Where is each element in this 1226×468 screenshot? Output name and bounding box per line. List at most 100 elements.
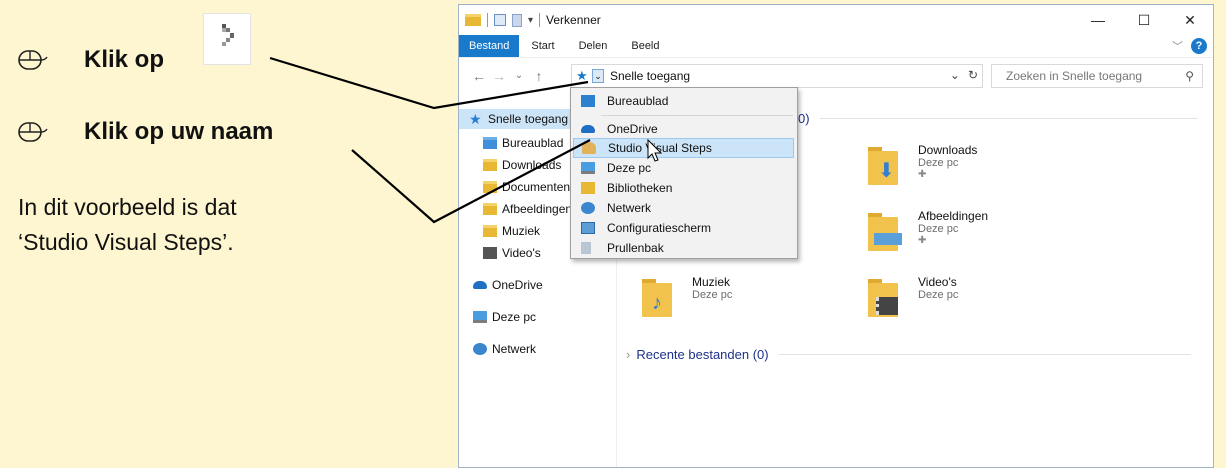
address-dropdown-icon[interactable]: ⌄	[950, 68, 960, 82]
forward-icon[interactable]: →	[489, 68, 509, 84]
group-header-suffix: 0)	[798, 111, 810, 126]
pc-icon	[473, 311, 487, 323]
sidebar-item-label: Documenten	[502, 180, 571, 194]
sidebar-item-videos[interactable]: Video's	[483, 243, 541, 263]
title-bar: ▾ Verkenner — ☐ ✕	[459, 5, 1213, 35]
sidebar-item-label: Snelle toegang	[488, 112, 569, 126]
tab-start[interactable]: Start	[519, 35, 566, 57]
tile-location: Deze pc	[918, 289, 959, 301]
maximize-button[interactable]: ☐	[1121, 5, 1167, 35]
chevron-right-icon: ›	[626, 347, 631, 362]
help-icon[interactable]: ?	[1191, 38, 1207, 54]
menu-item-deze-pc[interactable]: Deze pc	[573, 158, 794, 178]
step-1-text: Klik op	[84, 46, 165, 73]
sidebar-item-downloads[interactable]: Downloads	[483, 155, 561, 175]
menu-item-label: Studio Visual Steps	[608, 141, 712, 155]
menu-item-bibliotheken[interactable]: Bibliotheken	[573, 178, 794, 198]
instruction-note: In dit voorbeeld is dat ‘Studio Visual S…	[18, 190, 237, 260]
download-folder-icon	[483, 159, 497, 171]
folder-icon	[483, 137, 497, 149]
back-icon[interactable]: ←	[469, 68, 489, 84]
sidebar-item-label: Muziek	[502, 224, 541, 238]
expand-ribbon-icon[interactable]: ﹀	[1172, 38, 1183, 54]
window-controls: — ☐ ✕	[1075, 5, 1213, 35]
address-bar[interactable]: ★ ⌄ Snelle toegang ⌄ ↻	[571, 64, 983, 88]
recent-files-header[interactable]: › Recente bestanden (0)	[626, 347, 1206, 362]
pin-icon: ✚	[918, 235, 927, 246]
documents-folder-icon	[483, 181, 497, 193]
menu-divider	[601, 115, 793, 116]
tile-text: Muziek Deze pc	[692, 275, 732, 317]
instruction-step-1: Klik op	[18, 46, 164, 74]
frequent-folders-header[interactable]: 0)	[798, 111, 1198, 126]
menu-item-prullenbak[interactable]: Prullenbak	[573, 238, 794, 258]
folder-tile-videos[interactable]: Video's Deze pc	[868, 275, 958, 317]
location-dropdown-menu: Bureaublad OneDrive Studio Visual Steps …	[570, 87, 798, 259]
network-icon	[581, 202, 595, 214]
up-icon[interactable]: ↑	[529, 68, 549, 84]
sidebar-item-netwerk[interactable]: Netwerk	[473, 339, 536, 359]
divider	[819, 118, 1198, 119]
tile-name: Afbeeldingen	[918, 209, 989, 223]
mouse-icon	[18, 122, 48, 142]
folder-tile-afbeeldingen[interactable]: Afbeeldingen Deze pc ✚	[868, 209, 988, 251]
breadcrumb-chevron-button[interactable]: ⌄	[592, 69, 604, 83]
tile-location: Deze pc	[918, 157, 959, 169]
sidebar-item-muziek[interactable]: Muziek	[483, 221, 540, 241]
sidebar-item-bureaublad[interactable]: Bureaublad	[483, 133, 563, 153]
onedrive-icon	[581, 125, 595, 133]
quick-access-toolbar: ▾	[459, 13, 541, 27]
menu-item-bureaublad[interactable]: Bureaublad	[573, 91, 794, 111]
ribbon-right: ﹀ ?	[1172, 38, 1207, 54]
video-folder-icon	[483, 247, 497, 259]
menu-item-netwerk[interactable]: Netwerk	[573, 198, 794, 218]
divider	[539, 13, 541, 27]
folder-tile-muziek[interactable]: ♪ Muziek Deze pc	[642, 275, 732, 317]
tile-location: Deze pc	[692, 289, 733, 301]
menu-item-configuratiescherm[interactable]: Configuratiescherm	[573, 218, 794, 238]
menu-item-label: Prullenbak	[607, 241, 664, 255]
recent-locations-button-preview	[203, 13, 251, 65]
window-title: Verkenner	[546, 13, 601, 27]
menu-item-onedrive[interactable]: OneDrive	[573, 119, 794, 139]
tutorial-page: Klik op Klik op uw naam In dit voorbeeld…	[0, 0, 1226, 468]
recent-locations-icon[interactable]: ⌄	[509, 70, 529, 81]
music-folder-icon	[483, 225, 497, 237]
customize-toolbar-dropdown[interactable]: ▾	[528, 15, 533, 26]
minimize-button[interactable]: —	[1075, 5, 1121, 35]
libraries-icon	[581, 182, 595, 194]
tile-location: Deze pc	[918, 223, 959, 235]
refresh-icon[interactable]: ↻	[968, 68, 978, 82]
sidebar-item-label: Deze pc	[492, 310, 537, 324]
tab-bestand[interactable]: Bestand	[459, 35, 520, 57]
step-2-text: Klik op uw naam	[84, 118, 274, 145]
tab-delen[interactable]: Delen	[567, 35, 620, 57]
sidebar-item-label: Afbeeldingen	[502, 202, 573, 216]
star-icon: ★	[469, 111, 482, 127]
properties-icon[interactable]	[494, 14, 506, 26]
close-button[interactable]: ✕	[1167, 5, 1213, 35]
search-placeholder: Zoeken in Snelle toegang	[1006, 69, 1143, 83]
pin-icon: ✚	[918, 169, 927, 180]
sidebar-item-documenten[interactable]: Documenten	[483, 177, 570, 197]
onedrive-icon	[473, 281, 487, 289]
sidebar-item-afbeeldingen[interactable]: Afbeeldingen	[483, 199, 572, 219]
search-icon: ⚲	[1185, 69, 1194, 83]
menu-item-label: OneDrive	[607, 122, 658, 136]
tab-beeld[interactable]: Beeld	[619, 35, 671, 57]
address-actions: ⌄ ↻	[950, 68, 978, 82]
sidebar-item-onedrive[interactable]: OneDrive	[473, 275, 543, 295]
new-folder-icon[interactable]	[512, 13, 522, 27]
sidebar-item-deze-pc[interactable]: Deze pc	[473, 307, 536, 327]
sidebar-item-label: OneDrive	[492, 278, 543, 292]
folder-icon	[465, 14, 481, 26]
menu-item-studio-visual-steps[interactable]: Studio Visual Steps	[573, 138, 794, 158]
folder-tile-downloads[interactable]: ⬇ Downloads Deze pc ✚	[868, 143, 977, 185]
note-line-1: In dit voorbeeld is dat	[18, 194, 237, 220]
menu-item-label: Netwerk	[607, 201, 652, 215]
instructions-panel: Klik op Klik op uw naam In dit voorbeeld…	[0, 0, 450, 468]
recent-header-label: Recente bestanden (0)	[636, 347, 769, 362]
search-input[interactable]: Zoeken in Snelle toegang ⚲	[991, 64, 1203, 88]
pictures-folder-icon	[868, 209, 906, 251]
tile-text: Video's Deze pc	[918, 275, 958, 317]
